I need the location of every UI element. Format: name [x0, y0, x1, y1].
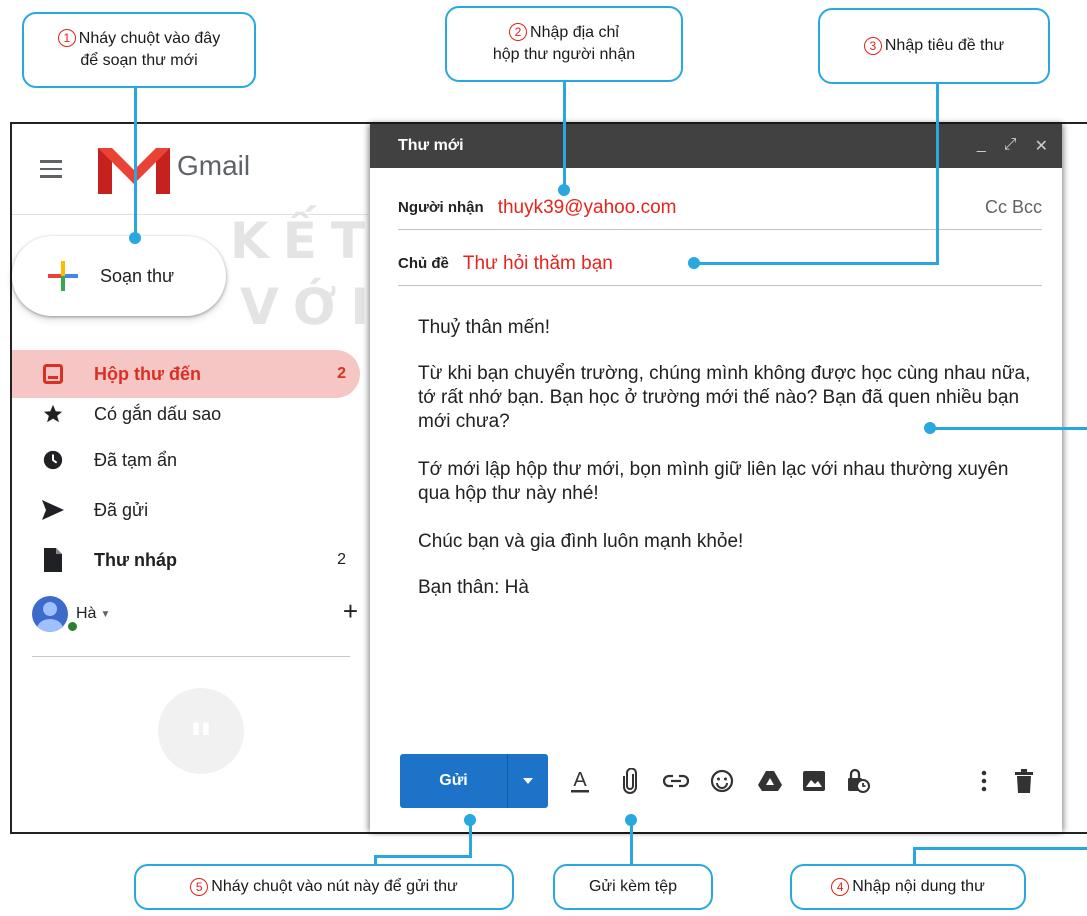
drive-icon[interactable] [756, 767, 784, 795]
message-paragraph[interactable]: Tớ mới lập hộp thư mới, bọn mình giữ liê… [418, 458, 1038, 506]
callout-3-dot [688, 257, 700, 269]
sidebar-item-count: 2 [337, 365, 346, 382]
callout-text: hộp thư người nhận [492, 46, 636, 63]
message-signature[interactable]: Bạn thân: Hà [418, 576, 1038, 600]
svg-text:A: A [573, 769, 587, 791]
recipient-label: Người nhận [398, 199, 484, 216]
callout-5-dot [464, 814, 476, 826]
recipient-row[interactable]: Người nhận thuyk39@yahoo.com Cc Bcc [398, 186, 1042, 230]
confidential-mode-icon[interactable] [844, 767, 872, 795]
sidebar-item-starred[interactable]: Có gắn dấu sao [12, 390, 360, 438]
callout-1-dot [129, 232, 141, 244]
menu-icon[interactable] [40, 160, 62, 183]
trash-icon[interactable] [1010, 767, 1038, 795]
callout-3-connector [694, 262, 939, 265]
subject-input[interactable]: Thư hỏi thăm bạn [463, 253, 613, 275]
callout-number: 4 [831, 878, 850, 896]
callout-text: Nháy chuột vào đây [78, 30, 221, 47]
callout-text: để soạn thư mới [80, 52, 198, 69]
callout-number: 3 [863, 37, 882, 55]
link-icon[interactable] [662, 767, 690, 795]
callout-3-connector [936, 82, 939, 264]
compose-window: Thư mới _ ⤢ ✕ Người nhận thuyk39@yahoo.c… [370, 124, 1062, 832]
callout-subject: 3 Nhập tiêu đề thư [818, 8, 1050, 84]
add-icon[interactable]: + [343, 598, 358, 624]
user-account[interactable]: Hà ▼ + [32, 594, 362, 634]
callout-body: 4 Nhập nội dung thư [790, 864, 1026, 910]
avatar [32, 596, 68, 632]
star-icon [40, 401, 66, 427]
send-icon [40, 497, 66, 523]
callout-text: Nhập tiêu đề thư [884, 37, 1005, 54]
callout-4-connector [930, 427, 1087, 430]
text-format-icon[interactable]: A [566, 767, 594, 795]
draft-icon [40, 547, 66, 573]
message-paragraph[interactable]: Từ khi bạn chuyển trường, chúng mình khô… [418, 362, 1038, 434]
caret-down-icon: ▼ [100, 608, 111, 620]
hangouts-icon: " [158, 688, 244, 774]
message-greeting[interactable]: Thuỷ thân mến! [418, 316, 1038, 340]
callout-2-connector [563, 80, 566, 190]
cc-bcc-link[interactable]: Cc Bcc [985, 197, 1042, 218]
attach-icon[interactable] [616, 767, 644, 795]
send-button[interactable]: Gửi [400, 754, 548, 808]
more-options-icon[interactable] [970, 767, 998, 795]
callout-attach: Gửi kèm tệp [553, 864, 713, 910]
close-icon[interactable]: ✕ [1035, 136, 1048, 156]
callout-number: 2 [509, 23, 528, 41]
sidebar-item-count: 2 [337, 551, 346, 568]
recipient-input[interactable]: thuyk39@yahoo.com [498, 197, 677, 219]
sidebar-divider [32, 656, 350, 657]
sidebar-item-label: Đã gửi [94, 499, 149, 520]
minimize-icon[interactable]: _ [977, 136, 986, 156]
message-paragraph[interactable]: Chúc bạn và gia đình luôn mạnh khỏe! [418, 530, 1038, 554]
compose-header: Thư mới _ ⤢ ✕ [370, 124, 1062, 168]
expand-icon[interactable]: ⤢ [1004, 136, 1017, 156]
compose-title: Thư mới [398, 137, 464, 154]
app-name: Gmail [177, 150, 251, 181]
online-status-dot [66, 620, 79, 633]
send-label: Gửi [400, 754, 508, 808]
callout-5-connector [374, 855, 472, 858]
sidebar-item-snoozed[interactable]: Đã tạm ẩn [12, 436, 360, 484]
image-icon[interactable] [800, 767, 828, 795]
plus-icon [48, 261, 78, 291]
callout-4-connector [913, 847, 1087, 850]
callout-4-dot [924, 422, 936, 434]
sidebar: Gmail Soạn thư Hộp thư đến 2 Có gắn dấu … [12, 124, 370, 832]
compose-button[interactable]: Soạn thư [12, 236, 226, 316]
sidebar-item-label: Có gắn dấu sao [94, 403, 222, 424]
sidebar-item-drafts[interactable]: Thư nháp 2 [12, 536, 360, 584]
callout-text: Gửi kèm tệp [588, 878, 678, 895]
inbox-icon [40, 361, 66, 387]
callout-text: Nháy chuột vào nút này để gửi thư [211, 878, 458, 895]
callout-text: Nhập địa chỉ [530, 24, 619, 41]
compose-label: Soạn thư [100, 265, 175, 286]
sidebar-item-label: Hộp thư đến [94, 363, 202, 384]
clock-icon [40, 447, 66, 473]
sidebar-item-label: Đã tạm ẩn [94, 449, 178, 470]
callout-number: 5 [190, 878, 209, 896]
subject-label: Chủ đề [398, 255, 449, 272]
callout-2-dot [558, 184, 570, 196]
callout-text: Nhập nội dung thư [852, 878, 985, 895]
callout-recipient: 2 Nhập địa chỉ hộp thư người nhận [445, 6, 683, 82]
callout-send: 5 Nháy chuột vào nút này để gửi thư [134, 864, 514, 910]
sidebar-item-label: Thư nháp [94, 549, 178, 570]
callout-compose: 1 Nháy chuột vào đây để soạn thư mới [22, 12, 256, 88]
emoji-icon[interactable] [708, 767, 736, 795]
callout-4-connector [913, 847, 916, 865]
sidebar-divider [12, 214, 368, 215]
attach-callout-dot [625, 814, 637, 826]
compose-toolbar: Gửi A [370, 754, 1062, 808]
sidebar-item-sent[interactable]: Đã gửi [12, 486, 360, 534]
user-name: Hà [76, 605, 97, 622]
callout-1-connector [134, 86, 137, 238]
callout-number: 1 [57, 29, 76, 47]
send-options-icon[interactable] [508, 754, 548, 808]
